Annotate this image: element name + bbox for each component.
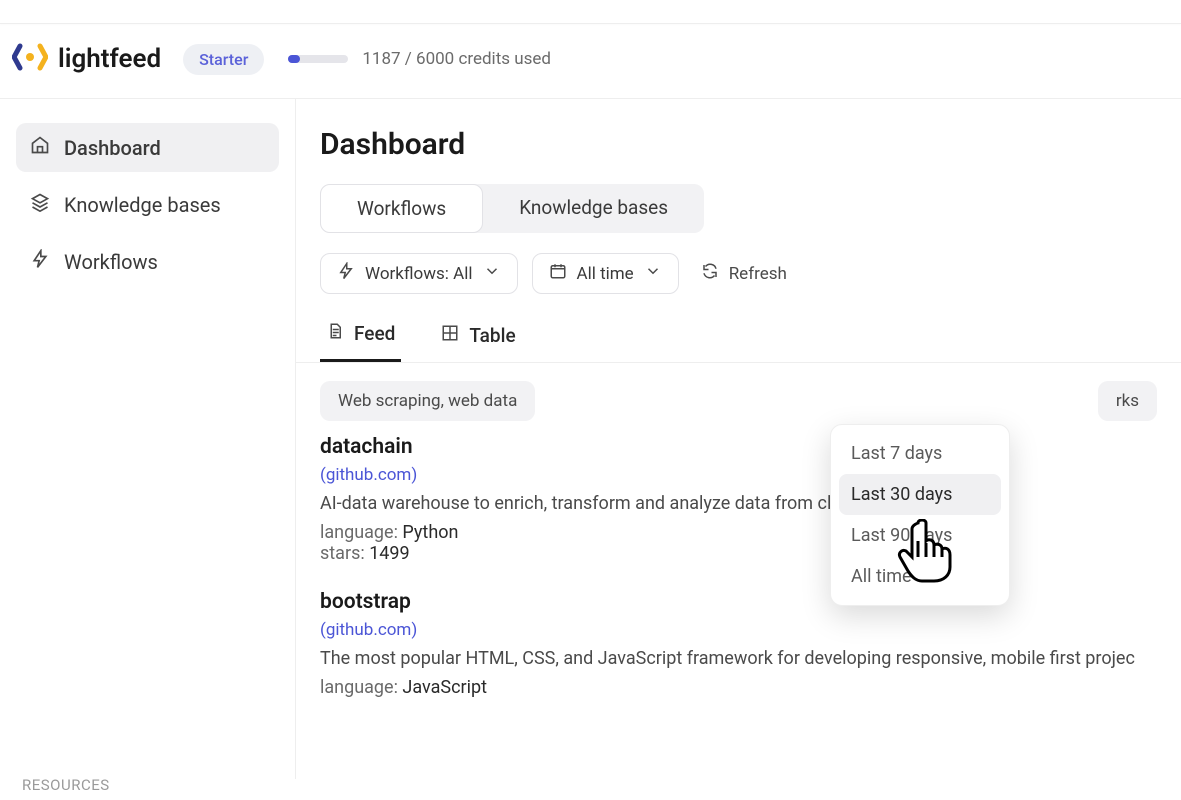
subtab-table-label: Table [469,324,515,347]
refresh-icon [701,262,719,285]
segmented-tabs: Workflows Knowledge bases [320,184,704,233]
chevron-down-icon [644,262,662,285]
sidebar-resources-heading: RESOURCES [16,776,279,794]
refresh-label: Refresh [729,264,787,284]
sidebar-item-dashboard[interactable]: Dashboard [16,123,279,172]
credits-bar [288,55,348,63]
content-area: Dashboard Workflows Knowledge bases Work… [296,99,1181,779]
tag-row: Web scraping, web data rks [296,363,1181,421]
credits-fill [288,55,300,63]
logo-icon [12,42,48,76]
subtab-feed[interactable]: Feed [320,312,401,362]
time-dropdown: Last 7 days Last 30 days Last 90 days Al… [830,424,1010,606]
tab-knowledge-bases[interactable]: Knowledge bases [483,184,704,233]
dropdown-item-all-time[interactable]: All time [839,556,1001,597]
sidebar-item-label: Knowledge bases [64,193,221,217]
feed-item-meta: stars: 1499 [320,543,1157,564]
refresh-button[interactable]: Refresh [701,262,787,285]
dropdown-item-last-7-days[interactable]: Last 7 days [839,433,1001,474]
filter-bar: Workflows: All All time Refresh [296,253,1181,294]
sidebar-item-label: Workflows [64,250,158,274]
top-bar [0,0,1181,24]
feed-item[interactable]: datachain (github.com) AI-data warehouse… [320,435,1157,564]
page-title: Dashboard [296,127,1181,162]
tab-workflows[interactable]: Workflows [320,184,483,233]
subtab-table[interactable]: Table [435,312,521,362]
tag-chip[interactable]: Web scraping, web data [320,381,535,421]
stack-icon [30,192,50,217]
meta-lang-value: JavaScript [402,677,487,698]
meta-lang-value: Python [402,522,458,543]
feed-item-description: The most popular HTML, CSS, and JavaScri… [320,648,1157,669]
chevron-down-icon [483,262,501,285]
feed-item-title: bootstrap [320,590,1157,614]
time-filter-label: All time [577,264,634,284]
bolt-icon [337,262,355,285]
brand-logo[interactable]: lightfeed [12,42,161,76]
subtab-feed-label: Feed [354,322,395,345]
document-icon [326,322,344,345]
sidebar-item-label: Dashboard [64,136,161,160]
meta-lang-label: language: [320,522,398,543]
feed-item-meta: language: JavaScript [320,677,1157,698]
dropdown-item-last-30-days[interactable]: Last 30 days [839,474,1001,515]
meta-stars-value: 1499 [369,543,409,564]
credits-meter: 1187 / 6000 credits used [288,49,551,69]
feed-list: datachain (github.com) AI-data warehouse… [296,421,1181,698]
sidebar-item-workflows[interactable]: Workflows [16,237,279,286]
brand-name: lightfeed [58,44,161,74]
sidebar: Dashboard Knowledge bases Workflows RESO… [0,99,296,779]
feed-item-title: datachain [320,435,1157,459]
dropdown-item-last-90-days[interactable]: Last 90 days [839,515,1001,556]
sidebar-item-knowledge-bases[interactable]: Knowledge bases [16,180,279,229]
time-filter[interactable]: All time [532,253,679,294]
feed-item-meta: language: Python [320,522,1157,543]
calendar-icon [549,262,567,285]
meta-stars-label: stars: [320,543,365,564]
meta-lang-label: language: [320,677,398,698]
feed-item-source[interactable]: (github.com) [320,465,1157,485]
grid-icon [441,324,459,347]
workflows-filter-label: Workflows: All [365,264,473,284]
tag-chip[interactable]: rks [1098,381,1157,421]
feed-item-description: AI-data warehouse to enrich, transform a… [320,493,1157,514]
feed-item-source[interactable]: (github.com) [320,620,1157,640]
workflows-filter[interactable]: Workflows: All [320,253,518,294]
credits-text: 1187 / 6000 credits used [362,49,551,69]
sub-tabs: Feed Table [296,312,1181,363]
feed-item[interactable]: bootstrap (github.com) The most popular … [320,590,1157,698]
app-header: lightfeed Starter 1187 / 6000 credits us… [0,24,1181,99]
bolt-icon [30,249,50,274]
plan-badge[interactable]: Starter [183,44,264,75]
home-icon [30,135,50,160]
